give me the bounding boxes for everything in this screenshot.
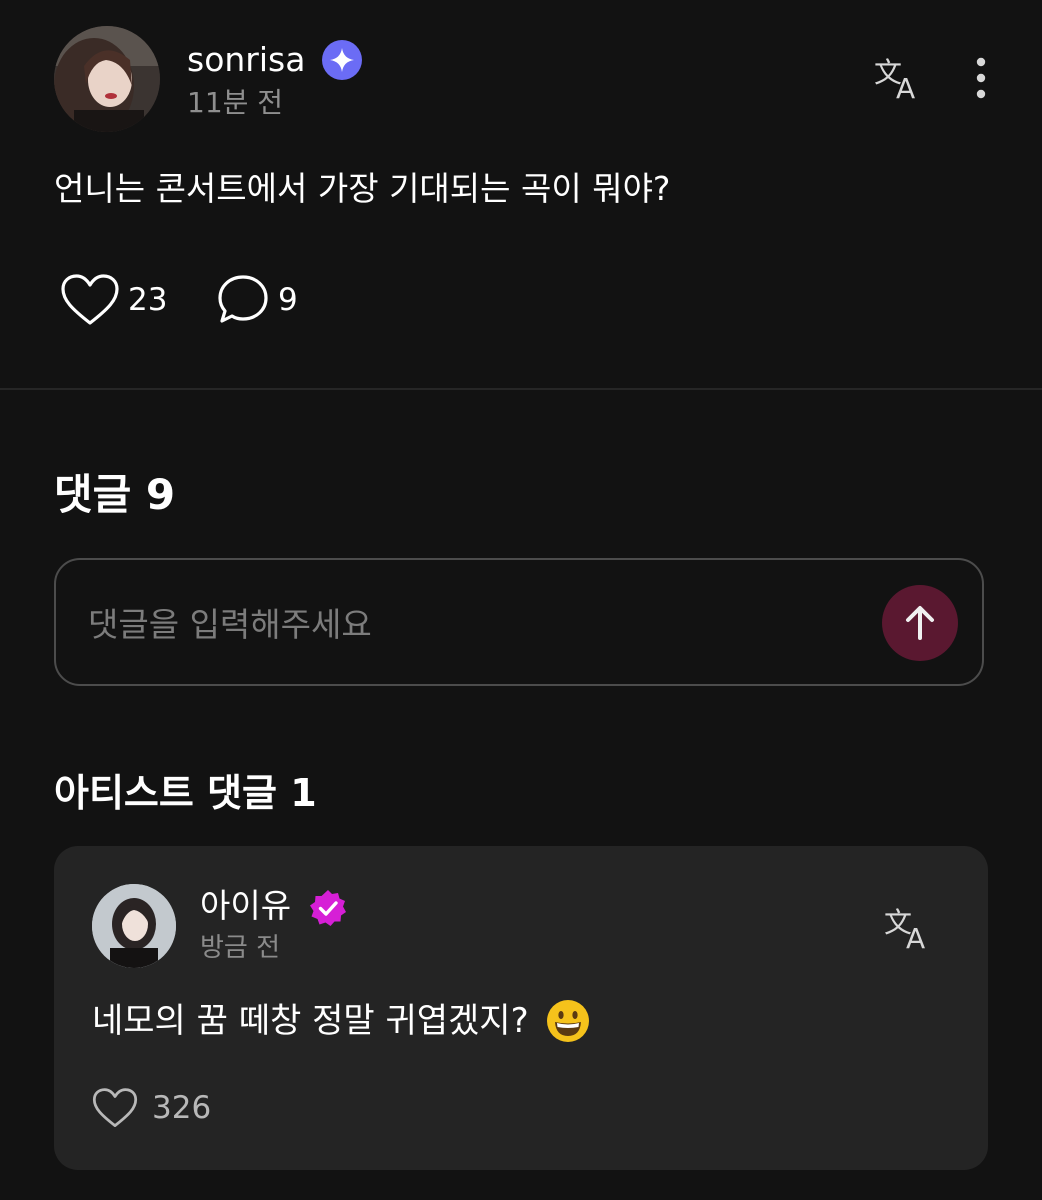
like-button[interactable]: 23 bbox=[60, 270, 167, 330]
artist-comments-heading: 아티스트 댓글 1 bbox=[54, 771, 317, 815]
send-button[interactable] bbox=[882, 585, 958, 661]
comments-heading: 댓글 9 bbox=[54, 470, 176, 519]
artist-name[interactable]: 아이유 bbox=[200, 886, 291, 926]
grinning-face-emoji bbox=[546, 1000, 589, 1042]
post-reactions: 23 9 bbox=[60, 270, 460, 330]
post-body: 언니는 콘서트에서 가장 기대되는 곡이 뭐야? bbox=[54, 169, 671, 208]
svg-text:A: A bbox=[896, 72, 915, 104]
heart-icon bbox=[61, 274, 119, 325]
divider bbox=[0, 388, 1042, 390]
comment-composer bbox=[54, 558, 984, 686]
svg-text:A: A bbox=[906, 922, 925, 954]
verified-badge-icon bbox=[310, 890, 346, 926]
translate-icon[interactable]: 文 A bbox=[882, 902, 934, 954]
avatar[interactable] bbox=[54, 26, 160, 132]
post-timestamp: 11분 전 bbox=[187, 86, 284, 119]
username[interactable]: sonrisa bbox=[187, 40, 305, 80]
post-header: sonrisa 11분 전 文 A bbox=[54, 26, 994, 132]
artist-comment-timestamp: 방금 전 bbox=[200, 933, 281, 963]
like-count: 23 bbox=[128, 282, 168, 318]
comment-bubble-icon bbox=[218, 275, 268, 323]
comment-count: 9 bbox=[278, 282, 298, 318]
more-vertical-icon[interactable] bbox=[966, 54, 996, 102]
comment-button[interactable]: 9 bbox=[216, 270, 298, 330]
artist-avatar[interactable] bbox=[92, 884, 176, 968]
artist-like-button[interactable]: 326 bbox=[92, 1084, 211, 1132]
heart-icon bbox=[92, 1088, 138, 1128]
arrow-up-icon bbox=[906, 606, 934, 640]
comment-input[interactable] bbox=[86, 588, 850, 660]
artist-comment-body: 네모의 꿈 떼창 정말 귀엽겠지? bbox=[92, 998, 591, 1044]
artist-comment-card: 아이유 방금 전 文 A 네모의 꿈 떼창 정말 귀엽겠지? 326 bbox=[54, 846, 988, 1170]
artist-comment-text: 네모의 꿈 떼창 정말 귀엽겠지? bbox=[92, 1001, 529, 1041]
artist-like-count: 326 bbox=[152, 1090, 212, 1126]
translate-icon[interactable]: 文 A bbox=[872, 52, 924, 104]
verified-badge-icon bbox=[322, 40, 362, 80]
